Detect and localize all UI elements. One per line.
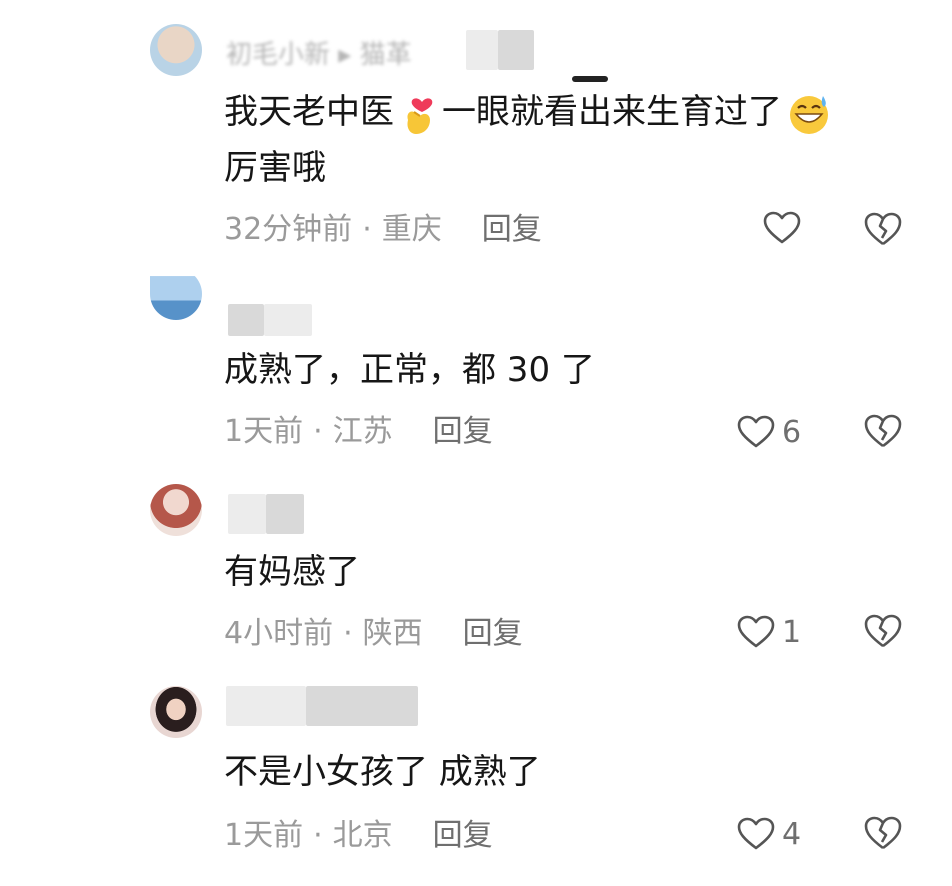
username-blur	[226, 686, 306, 726]
comment-text-part: 一眼就看出来生育过了	[442, 92, 782, 132]
comment-location: 北京	[332, 818, 393, 853]
broken-heart-icon[interactable]	[862, 610, 904, 652]
meta-separator: ·	[313, 414, 323, 449]
avatar[interactable]	[150, 24, 202, 76]
comment-location: 江苏	[332, 414, 393, 449]
username-blur	[466, 30, 498, 70]
broken-heart-icon[interactable]	[862, 208, 904, 250]
comment-time: 1天前	[224, 414, 304, 449]
like-button[interactable]	[762, 204, 802, 252]
username-blur	[306, 686, 418, 726]
meta-separator: ·	[313, 818, 323, 853]
username-blur	[264, 304, 312, 336]
username[interactable]: 初毛小新 ▸ 猫革	[226, 30, 536, 70]
meta-separator: ·	[343, 616, 353, 651]
comment-text: 成熟了，正常，都 30 了	[224, 350, 595, 390]
comment-text: 我天老中医 一眼就看出来生育过了	[224, 84, 836, 140]
avatar[interactable]	[150, 268, 202, 320]
username[interactable]	[226, 298, 316, 338]
comment-meta: 1天前 · 北京 回复	[224, 814, 493, 858]
username[interactable]	[226, 494, 306, 534]
broken-heart-icon[interactable]	[862, 812, 904, 854]
reply-button[interactable]: 回复	[433, 414, 493, 449]
comment-text-part: 我天老中医	[224, 92, 394, 132]
reply-button[interactable]: 回复	[482, 212, 542, 247]
reply-button[interactable]: 回复	[433, 818, 493, 853]
username[interactable]	[226, 686, 426, 726]
username-blur	[228, 494, 266, 534]
username-blur	[266, 494, 304, 534]
heart-outline-icon	[737, 817, 775, 850]
comment-text-line2: 厉害哦	[224, 148, 326, 188]
heart-outline-icon	[763, 211, 801, 244]
comment-meta: 4小时前 · 陕西 回复	[224, 612, 523, 656]
finger-heart-emoji-icon	[407, 97, 433, 134]
username-blur	[498, 30, 534, 70]
comment-meta: 32分钟前 · 重庆 回复	[224, 208, 542, 252]
heart-outline-icon	[737, 415, 775, 448]
like-button[interactable]: 4	[736, 810, 801, 858]
comment-time: 1天前	[224, 818, 304, 853]
grinning-sweat-emoji-icon	[790, 95, 828, 134]
decor-bar	[572, 76, 608, 82]
comment-location: 重庆	[381, 212, 442, 247]
heart-outline-icon	[737, 615, 775, 648]
comment-location: 陕西	[362, 616, 423, 651]
like-button[interactable]: 1	[736, 608, 801, 656]
comment-meta: 1天前 · 江苏 回复	[224, 410, 493, 454]
like-count: 1	[782, 614, 802, 650]
comment-time: 32分钟前	[224, 212, 353, 247]
reply-button[interactable]: 回复	[463, 616, 523, 651]
comment-text: 不是小女孩了 成熟了	[224, 752, 541, 792]
like-count: 4	[782, 816, 802, 852]
meta-separator: ·	[362, 212, 372, 247]
like-count: 6	[782, 414, 802, 450]
comment-text: 有妈感了	[224, 552, 360, 592]
broken-heart-icon[interactable]	[862, 410, 904, 452]
avatar[interactable]	[150, 686, 202, 738]
username-blur	[228, 304, 264, 336]
avatar[interactable]	[150, 484, 202, 536]
comment-time: 4小时前	[224, 616, 334, 651]
like-button[interactable]: 6	[736, 408, 801, 456]
username-text: 初毛小新 ▸ 猫革	[226, 40, 412, 70]
